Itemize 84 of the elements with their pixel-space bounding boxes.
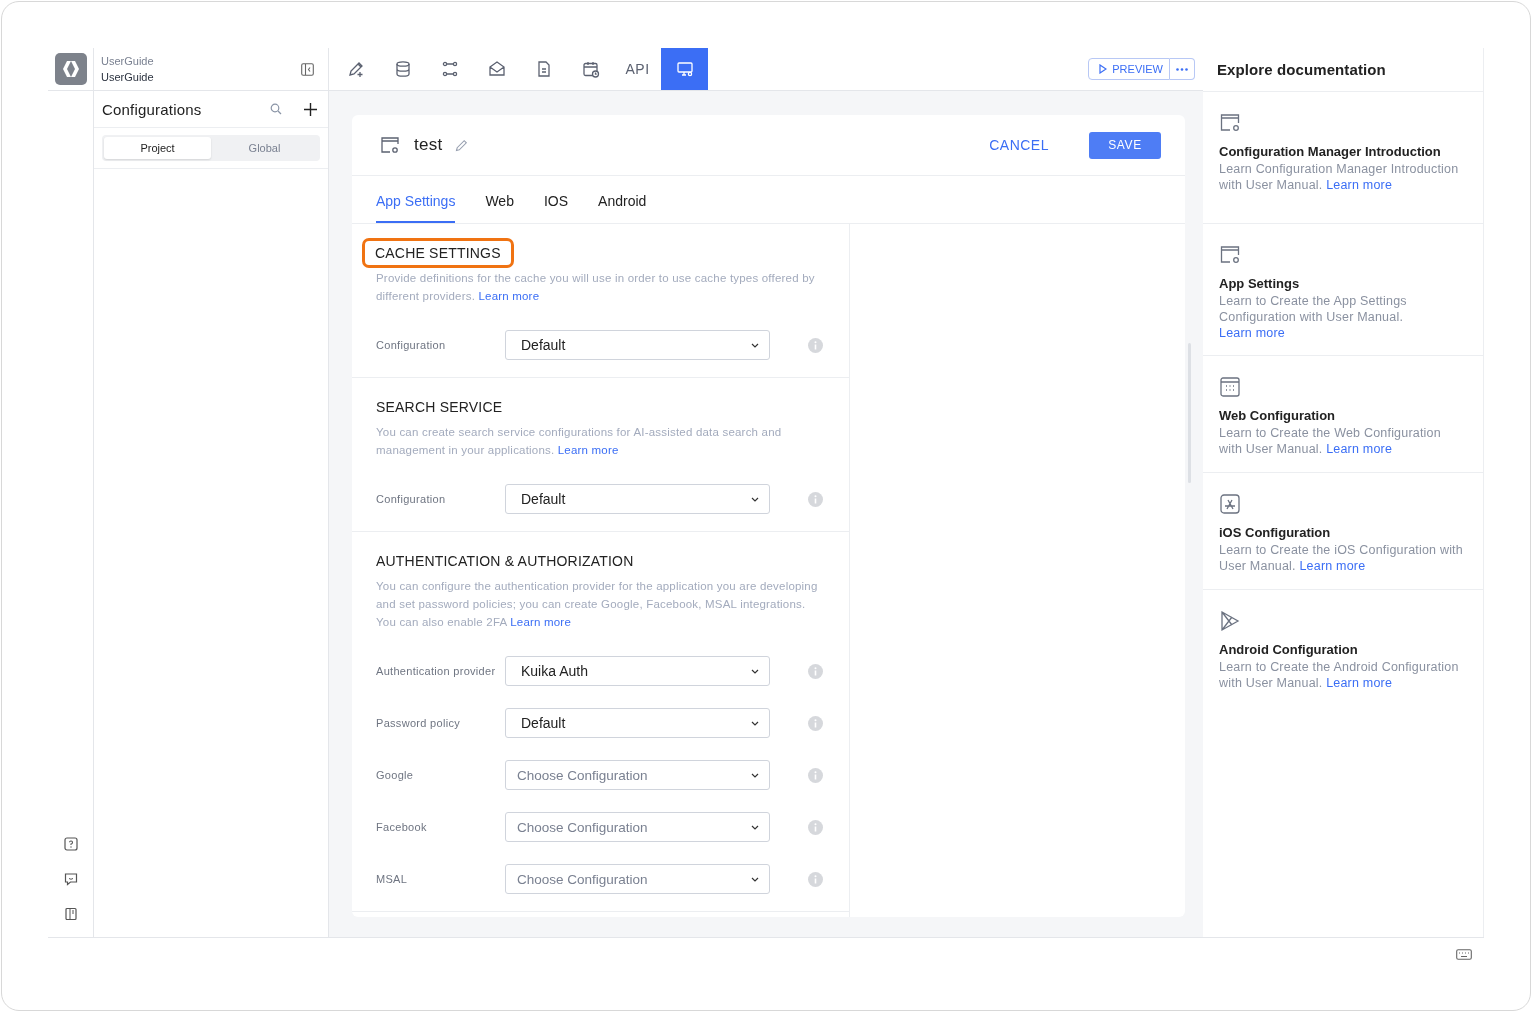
learn-more-link[interactable]: Learn more: [478, 290, 540, 302]
chevron-down-icon: [751, 824, 759, 830]
add-icon[interactable]: [304, 102, 317, 116]
doc-description: Learn to Create the Web Configuration with User Manual. Learn more: [1219, 425, 1442, 457]
learn-more-link[interactable]: Learn more: [1219, 326, 1285, 340]
chat-icon[interactable]: [63, 872, 78, 886]
toolbar-tab[interactable]: [661, 48, 708, 90]
section-description: You can configure the authentication provider for the application you are developing and set password policies; you can create Google, Facebook, MSAL integrations. You can also enable 2FA Learn more: [376, 579, 819, 630]
doc-title: Android Configuration: [1219, 642, 1359, 657]
preview-button[interactable]: PREVIEW: [1088, 58, 1170, 80]
book-icon[interactable]: [63, 907, 78, 921]
settings-tab[interactable]: App Settings: [376, 176, 456, 223]
doc-title: iOS Configuration: [1219, 525, 1332, 540]
field-label: Facebook: [376, 821, 428, 833]
learn-more-link[interactable]: Learn more: [1326, 676, 1393, 690]
field-label: Password policy: [376, 717, 461, 729]
save-button[interactable]: SAVE: [1089, 131, 1161, 159]
field-label: Authentication provider: [376, 665, 497, 677]
search-icon[interactable]: [270, 103, 282, 115]
api-tab[interactable]: API: [614, 48, 661, 90]
configuration-select[interactable]: Choose Configuration: [505, 864, 770, 894]
more-icon: [1176, 67, 1188, 71]
doc-description: Learn to Create the iOS Configuration with User Manual. Learn more: [1219, 542, 1464, 574]
more-button[interactable]: [1170, 58, 1195, 80]
collapse-sidebar-icon[interactable]: [301, 62, 314, 76]
field-label: Configuration: [376, 339, 447, 351]
window-gear-icon: [1219, 112, 1241, 134]
configuration-select[interactable]: Default: [505, 330, 770, 360]
doc-title: Configuration Manager Introduction: [1219, 144, 1442, 159]
doc-description: Learn to Create the Android Configuration with User Manual. Learn more: [1219, 659, 1460, 691]
help-icon[interactable]: [63, 837, 78, 851]
chevron-down-icon: [751, 720, 759, 726]
database-icon: [393, 60, 412, 78]
configuration-select[interactable]: Default: [505, 708, 770, 738]
chevron-down-icon: [751, 876, 759, 882]
nodes-icon: [440, 60, 459, 78]
configuration-title: test: [414, 135, 443, 155]
grid-window-icon: [1219, 376, 1241, 398]
keyboard-icon[interactable]: [1456, 948, 1472, 960]
settings-tab[interactable]: Android: [598, 176, 647, 223]
field-label: Google: [376, 769, 415, 781]
monitor-gear-icon: [675, 60, 694, 78]
edit-icon[interactable]: [454, 138, 468, 152]
configuration-select[interactable]: Default: [505, 484, 770, 514]
doc-description: Learn Configuration Manager Introduction with User Manual. Learn more: [1219, 161, 1460, 193]
docs-title: Explore documentation: [1203, 48, 1483, 92]
configuration-select[interactable]: Choose Configuration: [505, 760, 770, 790]
scope-tab[interactable]: Project: [104, 137, 211, 159]
section-title: SEARCH SERVICE: [375, 398, 504, 417]
doc-title: Web Configuration: [1219, 408, 1337, 423]
workspace-name: UserGuide: [101, 55, 154, 67]
section-description: You can create search service configurations for AI-assisted data search and management in your applications. Learn more: [376, 425, 783, 458]
window-gear-icon: [1219, 244, 1241, 266]
logo-icon: [54, 53, 87, 85]
project-name: UserGuide: [101, 71, 154, 83]
settings-tab[interactable]: IOS: [543, 176, 569, 223]
section-title: CACHE SETTINGS: [362, 238, 514, 268]
play-triangle-icon: [1219, 610, 1241, 632]
learn-more-link[interactable]: Learn more: [1299, 559, 1366, 573]
configuration-select[interactable]: Kuika Auth: [505, 656, 770, 686]
chevron-down-icon: [751, 772, 759, 778]
field-label: Configuration: [376, 493, 447, 505]
window-gear-icon: [380, 136, 400, 154]
chevron-down-icon: [751, 496, 759, 502]
pencil-plus-icon: [346, 60, 365, 78]
learn-more-link[interactable]: Learn more: [1326, 178, 1393, 192]
doc-title: App Settings: [1219, 276, 1301, 291]
settings-tab[interactable]: Web: [485, 176, 514, 223]
section-title: AUTHENTICATION & AUTHORIZATION: [375, 552, 635, 571]
section-description: Provide definitions for the cache you will use in order to use cache types offered by different providers. Learn more: [376, 271, 816, 304]
chevron-down-icon: [751, 668, 759, 674]
play-icon: [1099, 64, 1108, 74]
cancel-button[interactable]: CANCEL: [983, 136, 1055, 154]
learn-more-link[interactable]: Learn more: [557, 444, 619, 456]
scope-tab[interactable]: Global: [211, 137, 318, 159]
chevron-down-icon: [751, 342, 759, 348]
doc-description: Learn to Create the App Settings Configuration with User Manual. Learn more: [1219, 293, 1408, 341]
field-label: MSAL: [376, 873, 409, 885]
learn-more-link[interactable]: Learn more: [510, 616, 571, 628]
envelope-icon: [487, 60, 506, 78]
configuration-select[interactable]: Choose Configuration: [505, 812, 770, 842]
calendar-clock-icon: [581, 60, 600, 78]
learn-more-link[interactable]: Learn more: [1326, 442, 1393, 456]
sidebar-title: Configurations: [102, 100, 203, 118]
